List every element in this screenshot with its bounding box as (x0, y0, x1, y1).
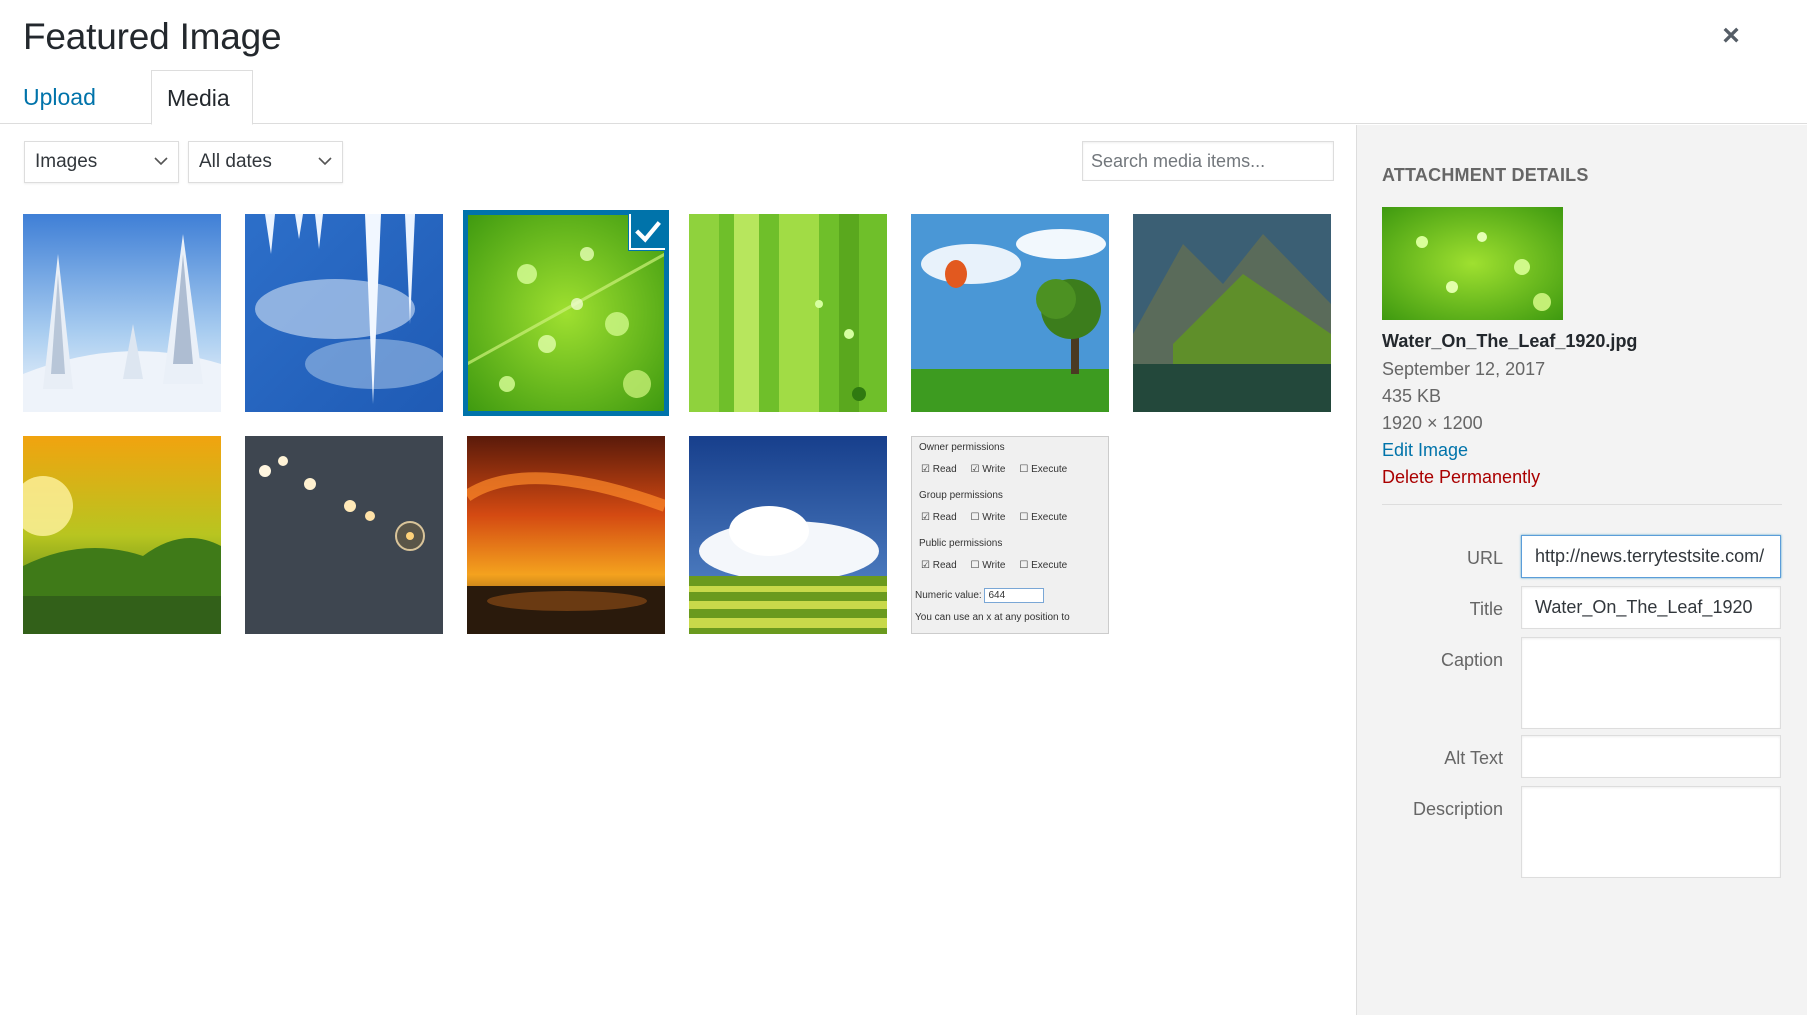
type-filter-value: Images (35, 151, 98, 172)
title-field[interactable] (1521, 586, 1781, 629)
tab-media-library[interactable]: Media Library (151, 70, 254, 165)
media-item-green-stripes[interactable] (689, 214, 887, 412)
url-label: URL (1466, 548, 1503, 568)
media-item-sunset-forest[interactable] (23, 436, 221, 634)
attachment-filename: Water_On_The_Leaf_1920.jpg (1382, 331, 1638, 351)
media-item-balloon-tree[interactable] (911, 214, 1109, 412)
description-label: Description (1412, 799, 1503, 819)
attachment-date: September 12, 2017 (1382, 359, 1546, 379)
attachment-size: 435 KB (1382, 386, 1442, 406)
title-label: Title (1469, 599, 1503, 619)
divider (1382, 504, 1782, 505)
perm-numeric: Numeric value: 644 (915, 588, 1045, 603)
attachment-details-sidebar: Attachment Details Water_On_The_Leaf_192… (1356, 125, 1807, 1015)
attachment-preview-image (1382, 207, 1563, 320)
modal-header: Featured Image × Upload Files Media Libr… (0, 0, 1807, 165)
perm-row: ☑ Read ☑ Write ☐ Execute (921, 464, 1068, 475)
chevron-down-icon (318, 154, 332, 168)
close-icon[interactable]: × (1713, 18, 1749, 54)
media-item-clouds-field[interactable] (689, 436, 887, 634)
caption-field[interactable] (1521, 637, 1781, 729)
chevron-down-icon (154, 154, 168, 168)
perm-row: ☑ Read ☐ Write ☐ Execute (921, 512, 1068, 523)
media-item-mountain[interactable] (1133, 214, 1331, 412)
type-filter-select[interactable]: Images (24, 141, 179, 183)
date-filter-value: All dates (199, 151, 272, 172)
description-field[interactable] (1521, 786, 1781, 878)
edit-image-link[interactable]: Edit Image (1382, 440, 1468, 461)
media-modal: Featured Image × Upload Files Media Libr… (0, 0, 1807, 1015)
alt-text-field[interactable] (1521, 735, 1781, 778)
perm-row: ☑ Read ☐ Write ☐ Execute (921, 560, 1068, 571)
caption-label: Caption (1440, 650, 1503, 670)
alt-text-label: Alt Text (1444, 748, 1503, 768)
media-item-permissions-screenshot[interactable]: Owner permissions ☑ Read ☑ Write ☐ Execu… (911, 436, 1109, 634)
media-item-bokeh-lights[interactable] (245, 436, 443, 634)
perm-note: You can use an x at any position to (915, 612, 1070, 623)
perm-group-label: Group permissions (919, 490, 1003, 501)
url-field[interactable] (1521, 535, 1781, 578)
perm-owner-label: Owner permissions (919, 442, 1005, 453)
delete-permanently-link[interactable]: Delete Permanently (1382, 467, 1540, 488)
media-item-water-on-leaf[interactable] (463, 210, 669, 416)
modal-title: Featured Image (23, 16, 282, 57)
perm-public-label: Public permissions (919, 538, 1003, 549)
media-item-red-sky-sunset[interactable] (467, 436, 665, 634)
search-input[interactable] (1082, 141, 1334, 181)
date-filter-select[interactable]: All dates (188, 141, 343, 183)
attachment-dimensions: 1920 × 1200 (1382, 413, 1483, 433)
media-browser: Images All dates Search media items... O… (0, 125, 1356, 1015)
tab-upload-files[interactable]: Upload Files (8, 70, 111, 164)
checkmark-icon[interactable] (629, 214, 665, 250)
attachment-details-heading: Attachment Details (1382, 165, 1589, 185)
media-item-icicles[interactable] (245, 214, 443, 412)
media-item-snowy-forest[interactable] (23, 214, 221, 412)
